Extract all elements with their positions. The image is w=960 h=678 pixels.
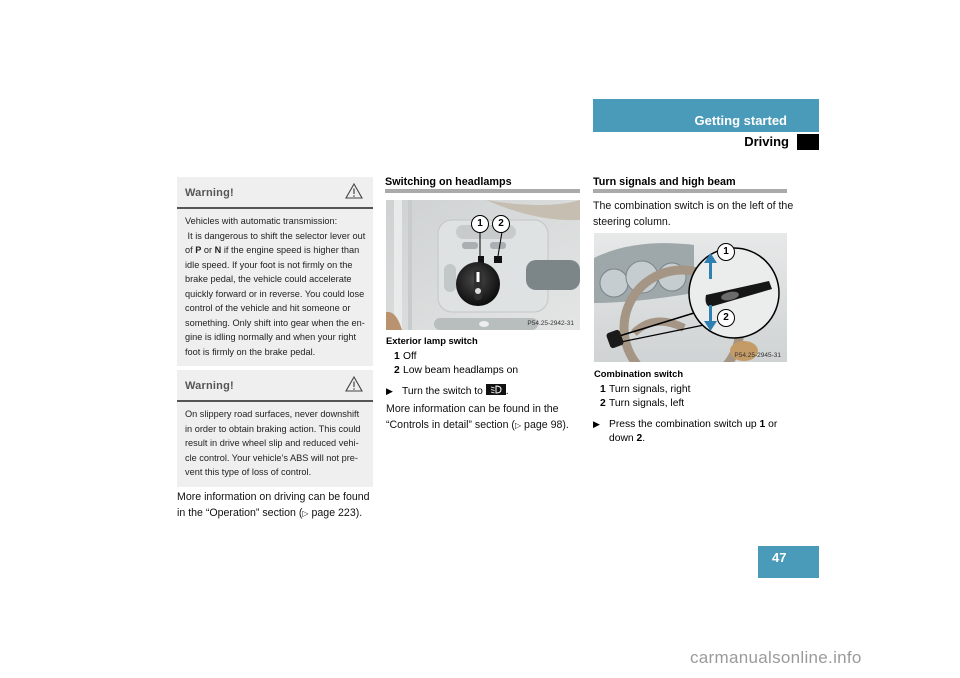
warning-body: Vehicles with automatic transmission: It… xyxy=(177,209,373,366)
legend-item: 1 Off xyxy=(394,350,417,364)
callout-1: 1 xyxy=(471,215,489,233)
warning-line: in order to obtain braking action. This … xyxy=(185,423,361,434)
section-rule xyxy=(593,189,787,193)
text-line: More information can be found in the xyxy=(386,403,559,415)
turn-signals-section-title: Turn signals and high beam xyxy=(593,176,736,188)
low-beam-icon xyxy=(485,384,506,395)
warning-box-downshift: Warning! On slippery road surfaces, neve… xyxy=(177,370,373,487)
warning-line: of P or N if the engine speed is higher … xyxy=(185,245,360,255)
instruction-step: ▶ Press the combination switch up 1 or do… xyxy=(593,417,777,446)
text-line: in the “Operation” section (▷ page 223). xyxy=(177,506,370,522)
warning-line: idle speed. If your foot is not firmly o… xyxy=(185,259,353,270)
warning-line: On slippery road surfaces, never downshi… xyxy=(185,409,360,419)
gear-n: N xyxy=(214,245,222,255)
subsection-marker xyxy=(797,134,819,150)
legend-text: Low beam headlamps on xyxy=(403,365,519,376)
legend-item: 1 Turn signals, right xyxy=(600,383,690,397)
warning-header: Warning! xyxy=(177,177,373,209)
legend-item: 2 Low beam headlamps on xyxy=(394,364,518,378)
instruction-text: . xyxy=(642,433,646,444)
legend-text: Turn signals, right xyxy=(609,384,691,395)
page-number-box: 47 xyxy=(758,546,819,578)
text-line: “Controls in detail” section (▷ page 98)… xyxy=(386,418,569,434)
legend-text: Off xyxy=(403,351,417,362)
text-fragment: in the “Operation” section ( xyxy=(177,506,303,519)
legend-number: 1 xyxy=(600,384,606,395)
text-line: The combination switch is on the left of… xyxy=(593,200,794,212)
figure-code: P54.25-2945-31 xyxy=(734,352,781,359)
warning-body: On slippery road surfaces, never downshi… xyxy=(177,402,373,487)
exterior-lamp-switch-figure: 1 2 P54.25-2942-31 xyxy=(386,200,580,330)
warning-line: vent this type of loss of control. xyxy=(185,467,312,477)
page-ref-text: page 98). xyxy=(521,418,569,431)
warning-title: Warning! xyxy=(185,380,234,392)
watermark: carmanualsonline.info xyxy=(690,648,862,667)
text-fragment: “Controls in detail” section ( xyxy=(386,418,515,431)
warning-triangle-icon xyxy=(345,376,363,392)
legend-text: Turn signals, left xyxy=(609,398,685,409)
more-info-driving: More information on driving can be found… xyxy=(177,490,370,521)
figure-code: P54.25-2942-31 xyxy=(527,320,574,327)
warning-header: Warning! xyxy=(177,370,373,402)
section-header-bar: Getting started xyxy=(593,99,819,132)
headlamps-section-title: Switching on headlamps xyxy=(385,176,512,188)
section-title: Getting started xyxy=(694,113,787,128)
instruction-text: or xyxy=(765,419,778,430)
warning-title: Warning! xyxy=(185,187,234,199)
step-arrow-icon: ▶ xyxy=(386,386,393,396)
callout-2: 2 xyxy=(492,215,510,233)
warning-line: result in drive wheel slip and reduced v… xyxy=(185,438,359,448)
warning-line: foot is firmly on the brake pedal. xyxy=(185,346,316,357)
warning-line: Vehicles with automatic transmission: xyxy=(185,216,338,226)
more-info-controls: More information can be found in the “Co… xyxy=(386,402,569,433)
instruction-text: . xyxy=(505,386,509,397)
warning-box-transmission: Warning! Vehicles with automatic transmi… xyxy=(177,177,373,366)
turn-signals-intro: The combination switch is on the left of… xyxy=(593,199,793,230)
figure-caption: Exterior lamp switch xyxy=(386,335,478,346)
instruction-text: down xyxy=(609,433,637,444)
legend-number: 1 xyxy=(394,351,400,362)
combination-switch-illustration xyxy=(594,233,787,362)
section-rule xyxy=(385,189,580,193)
instruction-step: ▶ Turn the switch to . xyxy=(386,384,509,399)
instruction-text: Press the combination switch up xyxy=(609,419,760,430)
legend-number: 2 xyxy=(394,365,400,376)
legend-number: 2 xyxy=(600,398,606,409)
warning-line: gine is idling normally and when your ri… xyxy=(185,332,357,342)
page-number: 47 xyxy=(772,550,787,565)
text-line: More information on driving can be found xyxy=(177,491,370,503)
figure-caption: Combination switch xyxy=(594,368,684,379)
warning-line: It is dangerous to shift the selector le… xyxy=(185,230,366,241)
page-ref-text: page 223). xyxy=(308,506,363,519)
warning-triangle-icon xyxy=(345,183,363,199)
warning-line: something. Only shift into gear when the… xyxy=(185,317,365,328)
warning-line: cle control. Your vehicle’s ABS will not… xyxy=(185,452,358,463)
warning-line: control of the vehicle and hit someone o… xyxy=(185,303,351,313)
combination-switch-figure: 1 2 P54.25-2945-31 xyxy=(594,233,787,362)
legend-item: 2 Turn signals, left xyxy=(600,397,684,411)
gear-p: P xyxy=(195,245,202,255)
warning-line: quickly forward or in reverse. You could… xyxy=(185,288,365,299)
page-reference-link[interactable]: ▷ page 223). xyxy=(302,507,362,519)
instruction-text: Turn the switch to xyxy=(402,386,483,397)
page-reference-link[interactable]: ▷ page 98). xyxy=(515,419,569,431)
warning-line: brake pedal, the vehicle could accelerat… xyxy=(185,274,352,284)
callout-2: 2 xyxy=(717,309,735,327)
subsection-title: Driving xyxy=(744,134,789,149)
step-arrow-icon: ▶ xyxy=(593,419,600,429)
callout-1: 1 xyxy=(717,243,735,261)
text-line: steering column. xyxy=(593,215,671,228)
